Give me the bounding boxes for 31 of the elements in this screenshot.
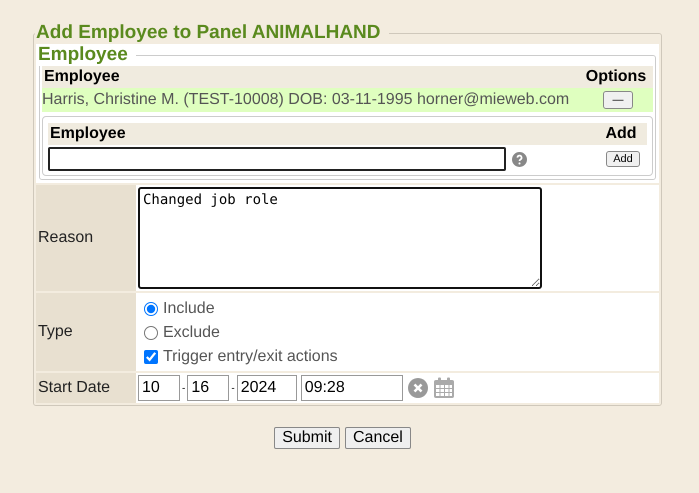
field-label: Start Date [36,373,136,403]
option-label: Exclude [163,324,220,342]
help-icon[interactable] [512,152,527,166]
employee-name: Harris, Christine M. (TEST-10008) DOB: 03-11-1995 horner@mieweb.com [42,90,570,110]
radio-button[interactable] [144,302,158,316]
day-field[interactable]: 16 [187,375,230,401]
section-title: Employee [38,44,129,66]
column-header: Employee [49,124,127,144]
add-button[interactable]: Add [606,151,640,167]
date-separator: - [182,382,186,394]
option-label: Include [163,300,215,318]
employee-search-field[interactable] [48,147,506,171]
clear-icon[interactable] [408,378,428,398]
checkbox[interactable] [144,350,158,364]
radio-button[interactable] [144,326,158,340]
field-label: Type [36,293,136,371]
reason-field[interactable]: Changed job role [138,187,542,289]
column-header: Options [584,67,648,87]
column-header: Employee [43,67,121,87]
calendar-icon[interactable] [432,377,455,399]
field-label: Reason [36,185,136,291]
option-label: Trigger entry/exit actions [163,348,338,366]
form-button[interactable]: Submit [274,427,340,449]
column-header: Add [604,124,638,144]
form-button[interactable]: Cancel [344,427,411,449]
time-field[interactable]: 09:28 [300,375,403,401]
year-field[interactable]: 2024 [236,375,297,401]
panel-title: Add Employee to Panel ANIMALHAND [35,22,382,44]
remove-button[interactable]: — [603,91,633,109]
date-separator: - [231,382,235,394]
month-field[interactable]: 10 [138,375,180,401]
